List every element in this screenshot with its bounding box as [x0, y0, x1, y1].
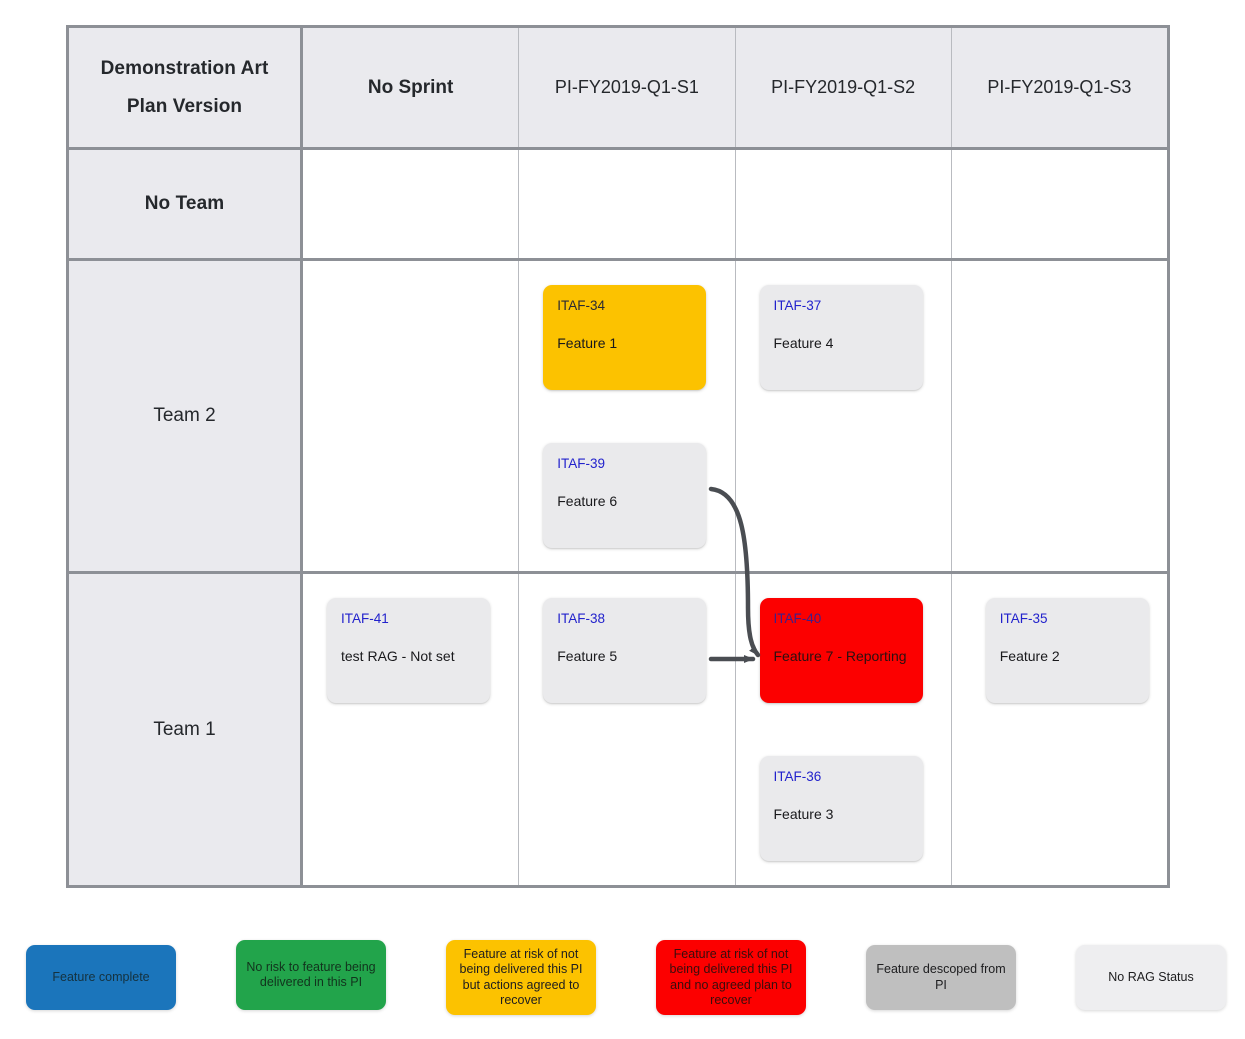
legend-item-label: No risk to feature being delivered in th… [246, 959, 376, 990]
board-corner-header: Demonstration Art Plan Version [69, 28, 303, 147]
feature-card-key[interactable]: ITAF-36 [774, 769, 909, 784]
cell-team-2-s1[interactable]: ITAF-34 Feature 1 ITAF-39 Feature 6 [519, 261, 736, 571]
feature-card-key[interactable]: ITAF-38 [557, 611, 692, 626]
cell-team-1-s3[interactable]: ITAF-35 Feature 2 [951, 574, 1167, 885]
feature-card-title: Feature 4 [773, 335, 834, 351]
legend-item-label: Feature at risk of not being delivered t… [669, 946, 793, 1008]
cell-no-team-s1[interactable] [519, 150, 736, 258]
board-row-team-1: Team 1 ITAF-41 test RAG - Not set ITAF-3… [69, 574, 1167, 885]
row-header-team-2[interactable]: Team 2 [69, 261, 303, 571]
feature-card-title: Feature 6 [557, 493, 618, 509]
cell-team-1-s1[interactable]: ITAF-38 Feature 5 [519, 574, 736, 885]
legend-item-at-risk-actions-agreed[interactable]: Feature at risk of not being delivered t… [446, 940, 596, 1015]
feature-card-key[interactable]: ITAF-40 [774, 611, 909, 626]
feature-card-itaf-38[interactable]: ITAF-38 Feature 5 [543, 598, 707, 703]
feature-card-key[interactable]: ITAF-35 [1000, 611, 1135, 626]
corner-header-line1: Demonstration Art [100, 58, 269, 80]
board-row-team-2: Team 2 ITAF-34 Feature 1 ITAF-39 Feature… [69, 261, 1167, 574]
feature-card-title: Feature 1 [557, 335, 618, 351]
cell-team-2-no-sprint[interactable] [303, 261, 520, 571]
feature-card-itaf-34[interactable]: ITAF-34 Feature 1 [543, 285, 707, 390]
legend-item-label: Feature complete [52, 969, 150, 984]
cell-no-team-no-sprint[interactable] [303, 150, 520, 258]
board-row-no-team: No Team [69, 150, 1167, 261]
cell-team-1-s2[interactable]: ITAF-40 Feature 7 - Reporting ITAF-36 Fe… [735, 574, 952, 885]
board-header-row: Demonstration Art Plan Version No Sprint… [69, 28, 1167, 150]
legend-item-feature-complete[interactable]: Feature complete [26, 945, 176, 1010]
feature-card-itaf-35[interactable]: ITAF-35 Feature 2 [985, 598, 1149, 703]
feature-card-itaf-37[interactable]: ITAF-37 Feature 4 [759, 285, 923, 390]
row-header-team-1-label: Team 1 [153, 718, 216, 740]
feature-card-key[interactable]: ITAF-37 [774, 298, 909, 313]
row-header-no-team[interactable]: No Team [69, 150, 303, 258]
legend-item-label: Feature at risk of not being delivered t… [459, 946, 583, 1008]
row-header-no-team-label: No Team [144, 193, 225, 214]
feature-card-title: Feature 5 [557, 648, 618, 664]
legend-item-descoped[interactable]: Feature descoped from PI [866, 945, 1016, 1010]
legend-item-label: No RAG Status [1108, 969, 1194, 984]
feature-card-title: Feature 3 [773, 806, 834, 822]
legend-item-label: Feature descoped from PI [876, 962, 1006, 992]
feature-card-title: Feature 2 [999, 648, 1060, 664]
cell-no-team-s3[interactable] [951, 150, 1167, 258]
feature-card-title: Feature 7 - Reporting [773, 648, 907, 664]
corner-header-line2: Plan Version [126, 95, 243, 117]
row-header-team-2-label: Team 2 [153, 405, 216, 426]
program-board-table: Demonstration Art Plan Version No Sprint… [66, 25, 1170, 888]
legend-item-no-rag-status[interactable]: No RAG Status [1076, 945, 1226, 1010]
feature-card-key[interactable]: ITAF-41 [341, 611, 476, 626]
row-header-team-1[interactable]: Team 1 [69, 574, 303, 885]
feature-card-key[interactable]: ITAF-39 [557, 456, 692, 471]
rag-status-legend: Feature complete No risk to feature bein… [0, 935, 1245, 1035]
feature-card-title: test RAG - Not set [341, 648, 455, 664]
column-header-no-sprint[interactable]: No Sprint [303, 28, 520, 147]
feature-card-itaf-40[interactable]: ITAF-40 Feature 7 - Reporting [759, 598, 923, 703]
feature-card-itaf-39[interactable]: ITAF-39 Feature 6 [543, 443, 707, 548]
column-header-s3[interactable]: PI-FY2019-Q1-S3 [951, 28, 1167, 147]
column-header-s2[interactable]: PI-FY2019-Q1-S2 [735, 28, 952, 147]
feature-card-itaf-41[interactable]: ITAF-41 test RAG - Not set [327, 598, 490, 703]
cell-no-team-s2[interactable] [735, 150, 952, 258]
column-header-s1[interactable]: PI-FY2019-Q1-S1 [519, 28, 736, 147]
cell-team-2-s2[interactable]: ITAF-37 Feature 4 [735, 261, 952, 571]
feature-card-itaf-36[interactable]: ITAF-36 Feature 3 [759, 756, 923, 861]
legend-item-no-risk[interactable]: No risk to feature being delivered in th… [236, 940, 386, 1010]
cell-team-1-no-sprint[interactable]: ITAF-41 test RAG - Not set [303, 574, 520, 885]
legend-item-at-risk-no-plan[interactable]: Feature at risk of not being delivered t… [656, 940, 806, 1015]
feature-card-key[interactable]: ITAF-34 [557, 298, 692, 313]
cell-team-2-s3[interactable] [951, 261, 1167, 571]
